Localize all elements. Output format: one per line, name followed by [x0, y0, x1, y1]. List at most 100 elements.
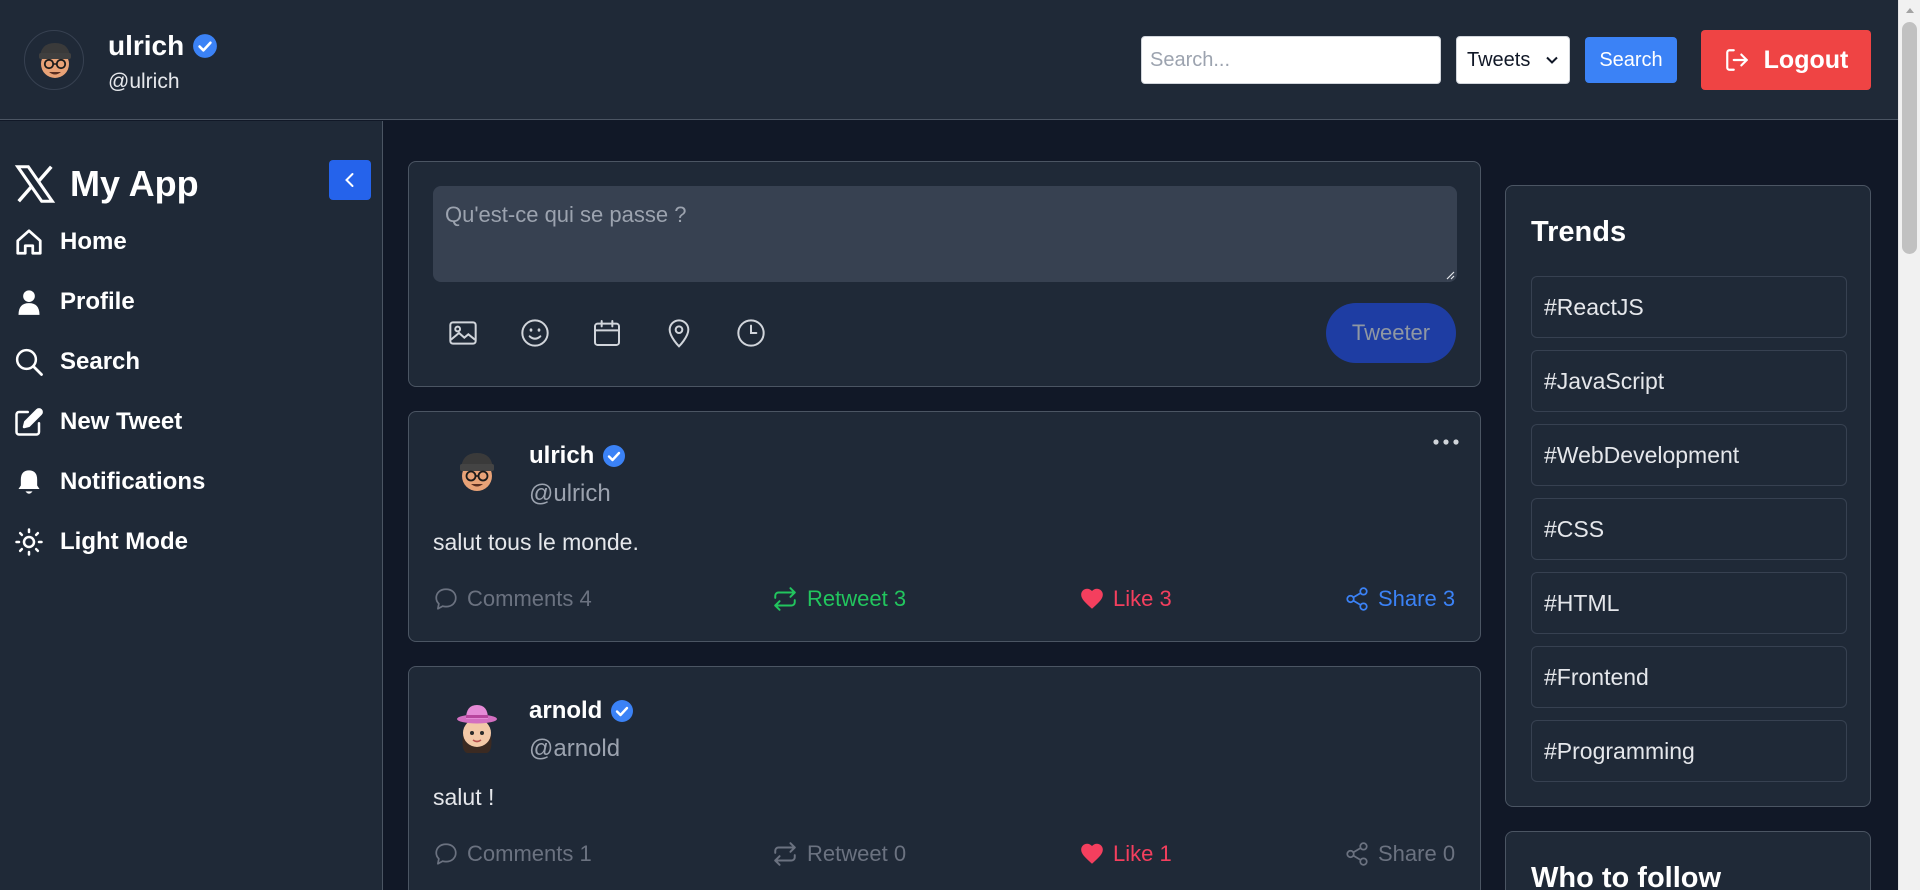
heart-icon [1079, 841, 1105, 867]
tweet-author-row: ulrich [529, 442, 626, 470]
logout-icon [1724, 47, 1750, 73]
sidebar-item-notifications[interactable]: Notifications [14, 467, 205, 497]
tweet-card: ulrich @ulrich salut tous le monde. Comm… [408, 411, 1481, 642]
like-button[interactable]: Like 1 [1079, 841, 1172, 867]
share-icon [1344, 586, 1370, 612]
sidebar-item-search[interactable]: Search [14, 347, 140, 377]
more-options-icon[interactable] [1432, 438, 1460, 446]
home-icon [14, 227, 44, 257]
trend-item[interactable]: #ReactJS [1531, 276, 1847, 338]
search-icon [14, 347, 44, 377]
comments-count: Comments 1 [467, 841, 592, 866]
scroll-up-arrow-icon[interactable] [1905, 6, 1915, 14]
trend-item[interactable]: #WebDevelopment [1531, 424, 1847, 486]
tweet-composer: Tweeter [408, 161, 1481, 387]
edit-icon [14, 407, 44, 437]
brand-name: My App [70, 163, 199, 204]
trends-panel: Trends #ReactJS #JavaScript #WebDevelopm… [1505, 185, 1871, 807]
retweet-count: Retweet 0 [807, 841, 907, 866]
sidebar: My App Home Profile Search New Tweet Not… [0, 121, 383, 890]
scrollbar-thumb[interactable] [1902, 22, 1917, 254]
sidebar-item-light-mode[interactable]: Light Mode [14, 527, 188, 557]
trend-item[interactable]: #Frontend [1531, 646, 1847, 708]
bell-icon [14, 467, 44, 497]
search-type-select[interactable]: Tweets [1456, 36, 1570, 84]
trends-title: Trends [1531, 216, 1627, 248]
brand[interactable]: My App [12, 161, 199, 207]
sidebar-item-label: Profile [60, 288, 135, 315]
current-user-handle: @ulrich [108, 70, 180, 93]
image-icon[interactable] [446, 316, 480, 350]
sidebar-item-new-tweet[interactable]: New Tweet [14, 407, 182, 437]
share-button[interactable]: Share 3 [1344, 586, 1455, 612]
share-count: Share 3 [1378, 586, 1456, 611]
current-user-name: ulrich [108, 30, 185, 61]
comment-icon [433, 586, 459, 612]
sidebar-item-label: Notifications [60, 468, 206, 495]
tweet-text: salut ! [433, 784, 495, 810]
sidebar-item-label: Search [60, 348, 141, 375]
chevron-left-icon [341, 171, 359, 189]
tweet-author-name[interactable]: arnold [529, 697, 602, 725]
retweet-button[interactable]: Retweet 0 [771, 841, 906, 867]
search-input[interactable] [1141, 36, 1441, 84]
tweet-card: arnold @arnold salut ! Comments 1 Retwee [408, 666, 1481, 890]
sidebar-item-profile[interactable]: Profile [14, 287, 135, 317]
trend-item[interactable]: #CSS [1531, 498, 1847, 560]
logout-label: Logout [1763, 45, 1849, 74]
like-button[interactable]: Like 3 [1079, 586, 1172, 612]
verified-badge-icon [192, 33, 218, 59]
avatar[interactable] [445, 440, 509, 504]
current-user-name-row: ulrich [108, 30, 218, 62]
collapse-sidebar-button[interactable] [329, 160, 371, 200]
verified-badge-icon [610, 699, 634, 723]
tweet-text: salut tous le monde. [433, 529, 639, 555]
retweet-count: Retweet 3 [807, 586, 907, 611]
avatar[interactable] [24, 30, 84, 90]
page-scrollbar[interactable] [1898, 0, 1920, 890]
top-header: ulrich @ulrich Tweets Search Logout [0, 0, 1898, 120]
resize-handle-icon[interactable] [1445, 270, 1455, 280]
tweet-submit-button[interactable]: Tweeter [1326, 303, 1456, 363]
sun-icon [14, 527, 44, 557]
tweet-author-handle[interactable]: @arnold [529, 735, 620, 763]
sidebar-item-home[interactable]: Home [14, 227, 127, 257]
verified-badge-icon [602, 444, 626, 468]
share-button[interactable]: Share 0 [1344, 841, 1455, 867]
x-logo-icon [12, 161, 58, 207]
comment-icon [433, 841, 459, 867]
search-button[interactable]: Search [1585, 37, 1677, 83]
clock-icon[interactable] [734, 316, 768, 350]
trend-item[interactable]: #JavaScript [1531, 350, 1847, 412]
like-count: Like 1 [1113, 841, 1172, 866]
sidebar-item-label: New Tweet [60, 408, 183, 435]
tweet-textarea[interactable] [433, 186, 1457, 282]
search-type-value: Tweets [1467, 48, 1531, 71]
location-icon[interactable] [662, 316, 696, 350]
tweet-author-name[interactable]: ulrich [529, 442, 594, 470]
comments-button[interactable]: Comments 1 [433, 841, 592, 867]
tweet-author-row: arnold [529, 697, 634, 725]
retweet-button[interactable]: Retweet 3 [771, 586, 906, 612]
like-count: Like 3 [1113, 586, 1172, 611]
trend-item[interactable]: #Programming [1531, 720, 1847, 782]
share-icon [1344, 841, 1370, 867]
sidebar-item-label: Light Mode [60, 528, 188, 555]
retweet-icon [771, 841, 799, 867]
user-icon [14, 287, 44, 317]
logout-button[interactable]: Logout [1701, 30, 1871, 90]
calendar-icon[interactable] [590, 316, 624, 350]
heart-icon [1079, 586, 1105, 612]
who-to-follow-title: Who to follow [1531, 862, 1722, 890]
tweet-author-handle[interactable]: @ulrich [529, 480, 611, 508]
trend-item[interactable]: #HTML [1531, 572, 1847, 634]
comments-count: Comments 4 [467, 586, 592, 611]
sidebar-item-label: Home [60, 228, 127, 255]
share-count: Share 0 [1378, 841, 1456, 866]
chevron-down-icon [1545, 53, 1559, 67]
emoji-icon[interactable] [518, 316, 552, 350]
comments-button[interactable]: Comments 4 [433, 586, 592, 612]
who-to-follow-panel: Who to follow [1505, 831, 1871, 890]
avatar[interactable] [445, 695, 509, 759]
retweet-icon [771, 586, 799, 612]
